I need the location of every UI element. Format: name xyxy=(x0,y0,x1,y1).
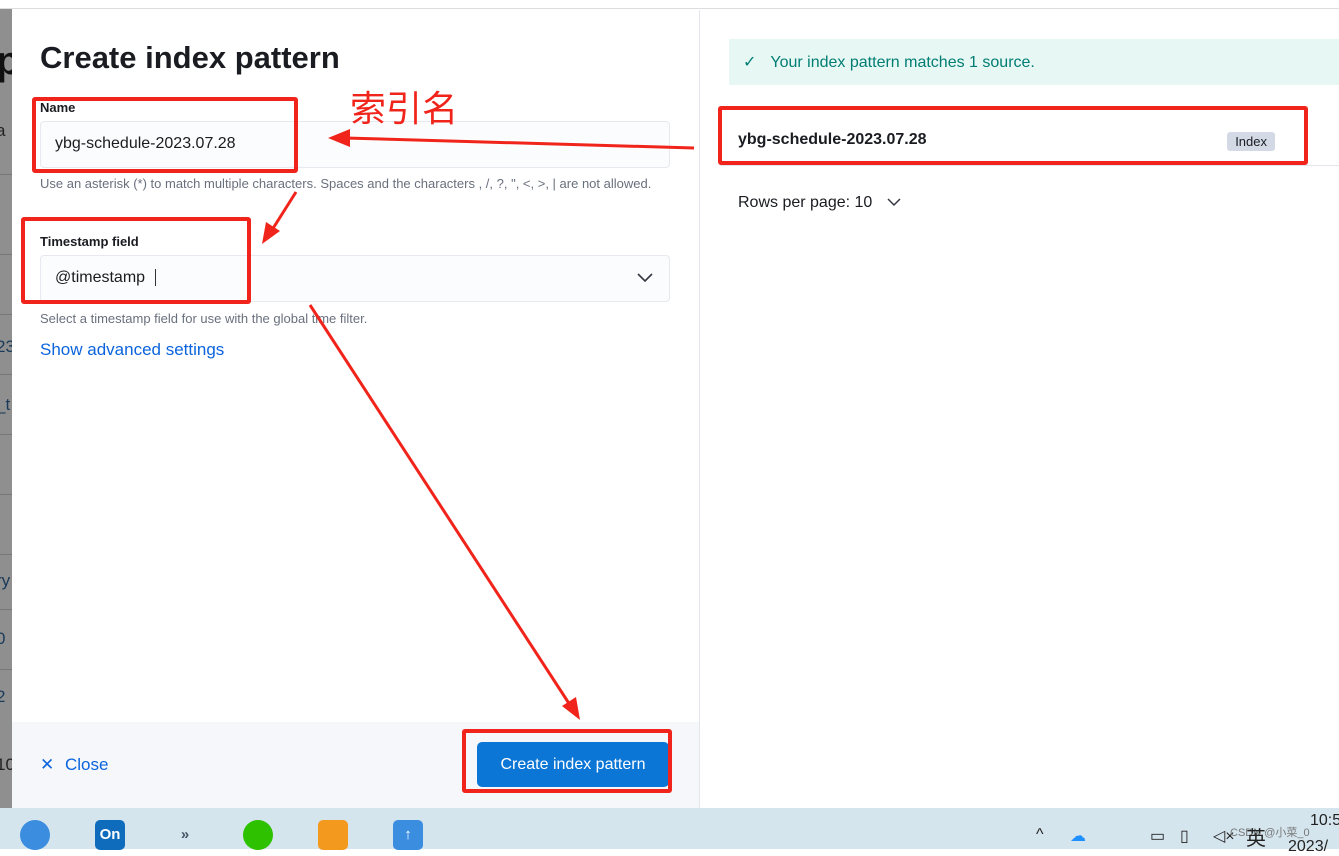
app-chevron-icon[interactable]: » xyxy=(170,820,200,850)
annotation-arrows xyxy=(262,129,695,720)
app-arrow-icon[interactable]: ↑ xyxy=(393,820,423,850)
network-icon[interactable]: ▯ xyxy=(1180,826,1189,846)
vmware-icon[interactable] xyxy=(318,820,348,850)
battery-icon[interactable]: ▭ xyxy=(1150,826,1165,846)
taskbar: On » ↑ ^ ☁ ▭ ▯ ◁× CSDN @小菜_0 英 10:5 2023… xyxy=(0,808,1339,855)
cloud-icon[interactable]: ☁ xyxy=(1070,826,1086,846)
chevron-up-icon[interactable]: ^ xyxy=(1036,826,1044,844)
clock-time[interactable]: 10:5 xyxy=(1310,812,1339,830)
clock-date[interactable]: 2023/ xyxy=(1288,838,1328,856)
on-app-icon[interactable]: On xyxy=(95,820,125,850)
ime-indicator[interactable]: 英 xyxy=(1246,822,1266,851)
search-app-icon[interactable] xyxy=(20,820,50,850)
wechat-icon[interactable] xyxy=(243,820,273,850)
